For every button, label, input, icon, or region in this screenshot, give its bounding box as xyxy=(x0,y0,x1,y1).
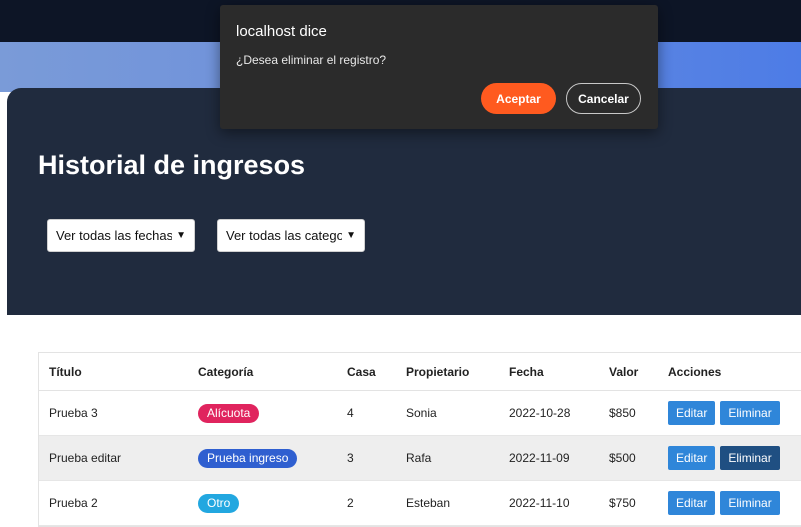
category-filter-value: Ver todas las categorías xyxy=(226,228,343,243)
cell-categoria: Prueba ingreso xyxy=(198,448,347,468)
delete-button[interactable]: Eliminar xyxy=(720,491,780,515)
cell-propietario: Rafa xyxy=(406,451,432,465)
accept-button[interactable]: Aceptar xyxy=(481,83,556,114)
table-row: Prueba 2 Otro 2 Esteban 2022-11-10 $750 … xyxy=(39,481,801,526)
chevron-down-icon: ▼ xyxy=(176,230,186,241)
cancel-button[interactable]: Cancelar xyxy=(566,83,641,114)
delete-button[interactable]: Eliminar xyxy=(720,401,780,425)
table-row: Prueba editar Prueba ingreso 3 Rafa 2022… xyxy=(39,436,801,481)
dialog-message: ¿Desea eliminar el registro? xyxy=(236,53,387,67)
edit-button[interactable]: Editar xyxy=(668,401,716,425)
cell-titulo: Prueba 3 xyxy=(49,406,98,420)
cell-valor: $750 xyxy=(609,496,636,510)
cell-valor: $500 xyxy=(609,451,636,465)
cell-acciones: Editar Eliminar xyxy=(668,446,801,470)
category-filter-select[interactable]: Ver todas las categorías ▼ xyxy=(217,219,365,252)
cell-categoria: Alícuota xyxy=(198,403,347,423)
cell-casa: 4 xyxy=(347,406,354,420)
header-propietario: Propietario xyxy=(406,364,470,379)
table-header-row: Título Categoría Casa Propietario Fecha … xyxy=(39,353,801,391)
cell-casa: 2 xyxy=(347,496,354,510)
cell-valor: $850 xyxy=(609,406,636,420)
cell-acciones: Editar Eliminar xyxy=(668,491,801,515)
category-badge: Prueba ingreso xyxy=(198,448,298,468)
table-row: Prueba 3 Alícuota 4 Sonia 2022-10-28 $85… xyxy=(39,391,801,436)
header-casa: Casa xyxy=(347,364,376,379)
cell-acciones: Editar Eliminar xyxy=(668,401,801,425)
header-valor: Valor xyxy=(609,364,639,379)
cell-fecha: 2022-10-28 xyxy=(509,406,571,420)
delete-button[interactable]: Eliminar xyxy=(720,446,780,470)
confirm-dialog: localhost dice ¿Desea eliminar el regist… xyxy=(220,5,658,129)
dialog-title: localhost dice xyxy=(236,23,327,40)
cell-casa: 3 xyxy=(347,451,354,465)
header-fecha: Fecha xyxy=(509,364,544,379)
category-badge: Otro xyxy=(198,493,240,513)
edit-button[interactable]: Editar xyxy=(668,491,716,515)
cell-categoria: Otro xyxy=(198,493,347,513)
header-categoria: Categoría xyxy=(198,364,254,379)
cell-titulo: Prueba editar xyxy=(49,451,122,465)
cell-fecha: 2022-11-10 xyxy=(509,496,570,510)
category-badge: Alícuota xyxy=(198,403,260,423)
page-title: Historial de ingresos xyxy=(38,150,306,180)
cell-propietario: Esteban xyxy=(406,496,451,510)
chevron-down-icon: ▼ xyxy=(346,230,356,241)
cell-fecha: 2022-11-09 xyxy=(509,451,570,465)
income-table: Título Categoría Casa Propietario Fecha … xyxy=(38,352,801,527)
cell-titulo: Prueba 2 xyxy=(49,496,98,510)
date-filter-value: Ver todas las fechas xyxy=(56,228,173,243)
header-titulo: Título xyxy=(49,364,82,379)
header-acciones: Acciones xyxy=(668,364,722,379)
edit-button[interactable]: Editar xyxy=(668,446,716,470)
date-filter-select[interactable]: Ver todas las fechas ▼ xyxy=(47,219,195,252)
cell-propietario: Sonia xyxy=(406,406,437,420)
